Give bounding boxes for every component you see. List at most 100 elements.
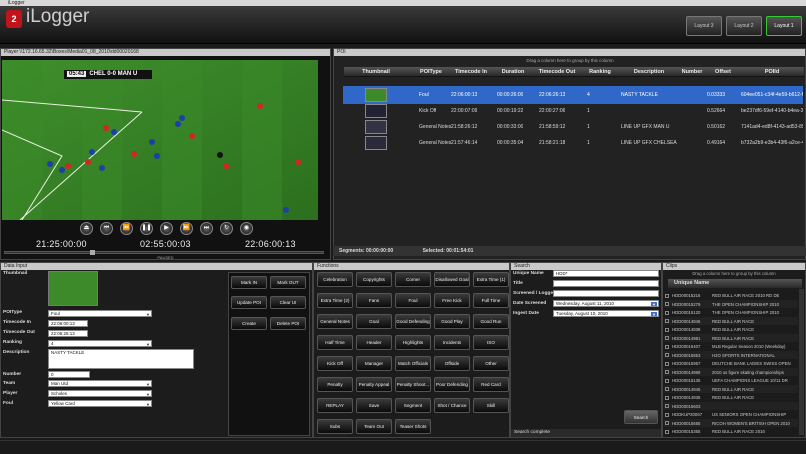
tc-in-field[interactable]: 22:06:00:13 [48, 320, 88, 327]
clip-checkbox[interactable] [665, 336, 669, 341]
clip-checkbox[interactable] [665, 302, 669, 307]
title-input[interactable] [553, 280, 659, 287]
clip-checkbox[interactable] [665, 404, 669, 409]
foul-select[interactable]: Yellow Card ▼ [48, 400, 152, 407]
function-button[interactable]: General Notes [317, 314, 353, 329]
col-thumbnail[interactable]: Thumbnail [352, 67, 400, 77]
function-button[interactable]: Red Card [473, 377, 509, 392]
ingest-date-picker[interactable]: Tuesday, August 10, 2010 ▼ [553, 310, 659, 317]
function-button[interactable]: Celebration [317, 272, 353, 287]
player-select[interactable]: Scholes ▼ [48, 390, 152, 397]
eject-button[interactable]: ⏏ [80, 222, 93, 235]
function-button[interactable]: Team Out [356, 419, 392, 434]
create-button[interactable]: Create [231, 317, 267, 330]
col-ranking[interactable]: Ranking [582, 67, 618, 77]
function-button[interactable]: Highlights [395, 335, 431, 350]
function-button[interactable]: Free Kick [434, 293, 470, 308]
unique-name-input[interactable]: HDD* [553, 270, 659, 277]
seek-bar[interactable] [4, 250, 324, 255]
function-button[interactable]: Other [473, 356, 509, 371]
mark-out-button[interactable]: Mark OUT [270, 276, 306, 289]
col-description[interactable]: Description [622, 67, 676, 77]
clip-checkbox[interactable] [665, 293, 669, 298]
poi-group-drop-zone[interactable]: Drag a column here to group by this colu… [334, 58, 806, 63]
function-button[interactable]: Save [356, 398, 392, 413]
mark-in-button[interactable]: Mark IN [231, 276, 267, 289]
skip-back-button[interactable]: ⏮ [100, 222, 113, 235]
play-button[interactable]: ▶ [160, 222, 173, 235]
skip-forward-button[interactable]: ⏭ [200, 222, 213, 235]
function-button[interactable]: Good Defending [395, 314, 431, 329]
function-button[interactable]: Extra Time (2) [317, 293, 353, 308]
date-screened-picker[interactable]: Wednesday, August 11, 2010 ▼ [553, 300, 659, 307]
list-item[interactable]: HDD00015355 RED BULL AIR RACE 2010 [664, 427, 798, 436]
clips-column-header[interactable]: Unique Name [668, 279, 802, 288]
function-button[interactable]: Penalty [317, 377, 353, 392]
function-button[interactable]: Subs [317, 419, 353, 434]
function-button[interactable]: Goal [356, 314, 392, 329]
layout-3-button[interactable]: Layout 3 [686, 16, 722, 36]
function-button[interactable]: Poor Defending [434, 377, 470, 392]
clip-checkbox[interactable] [665, 395, 669, 400]
function-button[interactable]: Kick Off [317, 356, 353, 371]
number-field[interactable]: 0 [48, 371, 90, 378]
function-button[interactable]: Fans [356, 293, 392, 308]
function-button[interactable]: Match Officials [395, 356, 431, 371]
function-button[interactable]: Half Time [317, 335, 353, 350]
col-timecode-in[interactable]: Timecode In [448, 67, 494, 77]
function-button[interactable]: Foul [395, 293, 431, 308]
function-button[interactable]: Full Time [473, 293, 509, 308]
clip-checkbox[interactable] [665, 378, 669, 383]
screened-input[interactable] [553, 290, 659, 297]
update-poi-button[interactable]: Update POI [231, 296, 267, 309]
tc-out-field[interactable]: 22:06:26:13 [48, 330, 88, 337]
function-button[interactable]: ISO [473, 335, 509, 350]
function-button[interactable]: Corner [395, 272, 431, 287]
clip-checkbox[interactable] [665, 319, 669, 324]
clip-checkbox[interactable] [665, 310, 669, 315]
function-button[interactable]: REPLAY [317, 398, 353, 413]
clips-group-drop-zone[interactable]: Drag a column here to group by this colu… [662, 271, 806, 276]
function-button[interactable]: Disallowed Goal [434, 272, 470, 287]
clip-checkbox[interactable] [665, 327, 669, 332]
function-button[interactable]: Good Play [434, 314, 470, 329]
col-duration[interactable]: Duration [494, 67, 532, 77]
ranking-select[interactable]: 4 ▼ [48, 340, 152, 347]
delete-poi-button[interactable]: Delete POI [270, 317, 306, 330]
function-button[interactable]: Skill [473, 398, 509, 413]
clip-checkbox[interactable] [665, 421, 669, 426]
pause-button[interactable]: ❚❚ [140, 222, 153, 235]
clip-checkbox[interactable] [665, 387, 669, 392]
fast-forward-button[interactable]: ⏩ [180, 222, 193, 235]
clip-checkbox[interactable] [665, 344, 669, 349]
clips-scrollbar[interactable] [799, 289, 804, 435]
search-button[interactable]: Search [624, 410, 658, 424]
clear-ui-button[interactable]: Clear UI [270, 296, 306, 309]
poitype-select[interactable]: Foul ▼ [48, 310, 152, 317]
function-button[interactable]: Copyrights [356, 272, 392, 287]
description-field[interactable]: NASTY TACKLE [48, 349, 194, 369]
function-button[interactable]: Shot / Chance [434, 398, 470, 413]
video-frame[interactable] [2, 60, 318, 220]
function-button[interactable]: Teaser Shots [395, 419, 431, 434]
clip-checkbox[interactable] [665, 412, 669, 417]
col-poiid[interactable]: POIId [740, 67, 804, 77]
col-timecode-out[interactable]: Timecode Out [534, 67, 580, 77]
clip-checkbox[interactable] [665, 353, 669, 358]
layout-2-button[interactable]: Layout 2 [726, 16, 762, 36]
function-button[interactable]: Penalty Appeal [356, 377, 392, 392]
function-button[interactable]: Offside [434, 356, 470, 371]
clip-checkbox[interactable] [665, 429, 669, 434]
jog-button[interactable]: ◉ [240, 222, 253, 235]
function-button[interactable]: Manager [356, 356, 392, 371]
layout-1-button[interactable]: Layout 1 [766, 16, 802, 36]
function-button[interactable]: Penalty Shoot... [395, 377, 431, 392]
function-button[interactable]: Segment [395, 398, 431, 413]
function-button[interactable]: Header [356, 335, 392, 350]
rewind-button[interactable]: ⏪ [120, 222, 133, 235]
function-button[interactable]: Good Run [473, 314, 509, 329]
function-button[interactable]: Extra Time (1) [473, 272, 509, 287]
clip-checkbox[interactable] [665, 370, 669, 375]
loop-button[interactable]: ↻ [220, 222, 233, 235]
col-number[interactable]: Number [678, 67, 706, 77]
